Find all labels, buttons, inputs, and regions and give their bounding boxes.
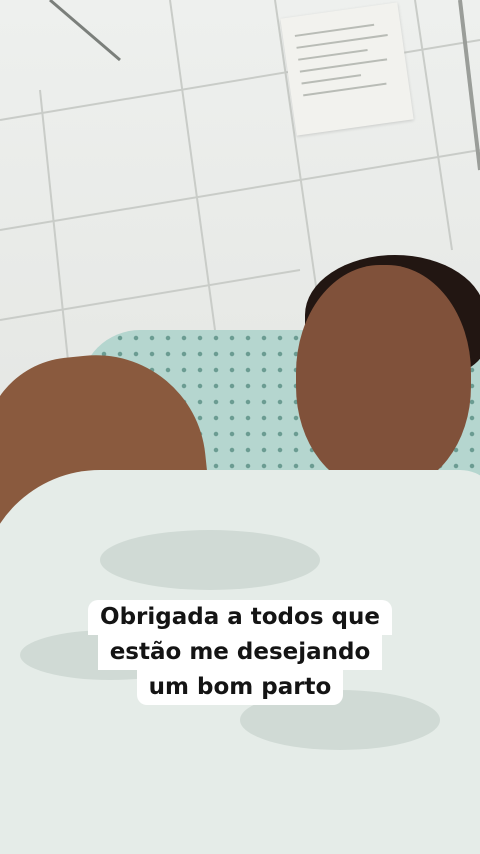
caption-line-3: um bom parto — [136, 670, 344, 705]
caption-line-2: estão me desejando — [97, 635, 383, 670]
wall-notice-paper — [280, 2, 414, 136]
story-caption: Obrigada a todos que estão me desejando … — [0, 600, 480, 705]
photo-scene: Obrigada a todos que estão me desejando … — [0, 0, 480, 854]
face — [296, 265, 471, 490]
caption-line-1: Obrigada a todos que — [88, 600, 392, 635]
